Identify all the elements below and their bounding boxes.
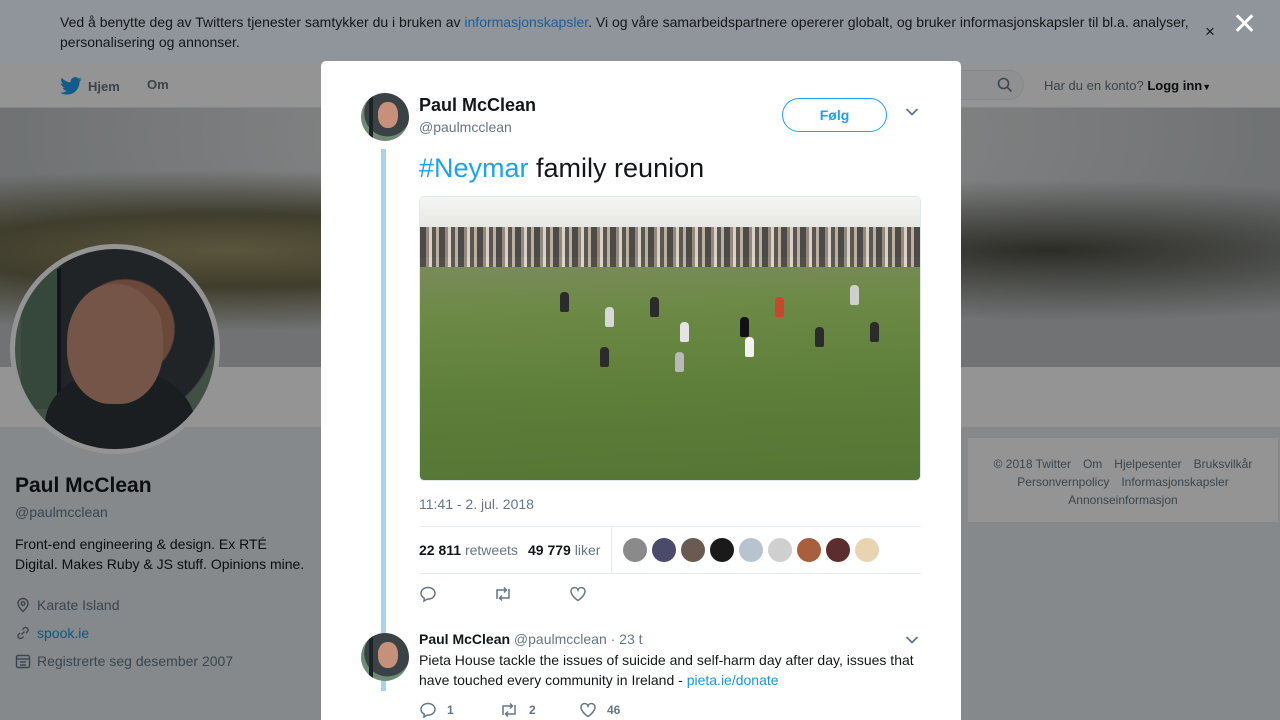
photo-person [850,285,859,305]
tweet-modal: Paul McClean @paulmcclean Følg #Neymar f… [321,61,961,720]
follow-button[interactable]: Følg [782,98,887,132]
tweet-text-body: family reunion [528,153,705,183]
like-button[interactable] [569,585,587,603]
reply-count: 1 [447,703,454,717]
tweet-stats: 22 811 retweets 49 779 liker [419,526,921,574]
avatar-face [378,102,398,128]
reply-author-name[interactable]: Paul McClean [419,631,510,647]
reply-reply-button[interactable]: 1 [419,701,469,719]
liker-avatars [623,538,879,562]
retweet-icon [502,702,516,718]
photo-person [600,347,609,367]
reply-icon [420,702,436,719]
avatar-face [378,642,398,668]
reply-button[interactable] [419,585,437,603]
reply-icon [420,586,436,603]
liker-avatar[interactable] [826,538,850,562]
hashtag-link[interactable]: #Neymar [419,153,529,183]
avatar-detail [369,93,373,141]
heart-icon [580,702,596,718]
like-count: 49 779 [528,542,571,558]
tweet-author-name[interactable]: Paul McClean [419,95,536,116]
photo-person [680,322,689,342]
reply-header: Paul McClean @paulmcclean · 23 t [419,631,643,647]
liker-avatar[interactable] [739,538,763,562]
retweet-count: 22 811 [419,542,462,558]
photo-hill [420,267,920,480]
retweet-stat-label: retweets [464,542,518,558]
reply-text: Pieta House tackle the issues of suicide… [419,650,929,690]
tweet-author-handle[interactable]: @paulmcclean [419,119,512,135]
tweet-timestamp[interactable]: 11:41 - 2. jul. 2018 [419,496,534,512]
liker-avatar[interactable] [768,538,792,562]
liker-avatar[interactable] [652,538,676,562]
avatar-detail [369,633,373,681]
reply-text-body: Pieta House tackle the issues of suicide… [419,652,914,688]
retweet-icon [496,586,510,602]
photo-person [815,327,824,347]
reply-link[interactable]: pieta.ie/donate [687,672,779,688]
tweet-photo[interactable] [419,196,921,481]
like-stat[interactable]: 49 779 liker [528,542,600,558]
close-modal-icon[interactable]: ✕ [1232,8,1257,42]
chevron-down-icon[interactable] [905,107,919,117]
reply-time[interactable]: · 23 t [611,631,643,647]
photo-person [775,297,784,317]
tweet-actions [419,585,587,603]
liker-avatar[interactable] [797,538,821,562]
tweet-author-avatar[interactable] [361,93,409,141]
like-count: 46 [607,703,621,717]
reply-like-button[interactable]: 46 [579,701,629,719]
photo-person [740,317,749,337]
conversation-thread-line [381,149,386,691]
photo-person [605,307,614,327]
retweet-count: 2 [529,703,536,717]
heart-icon [570,586,586,602]
photo-person [675,352,684,372]
retweet-button[interactable] [493,585,513,603]
liker-avatar[interactable] [623,538,647,562]
photo-person [650,297,659,317]
reply-retweet-button[interactable]: 2 [499,701,549,719]
liker-avatar[interactable] [710,538,734,562]
liker-avatar[interactable] [855,538,879,562]
cookie-text: Ved å benytte deg av Twitters tjenester … [60,14,465,30]
cookie-banner: Ved å benytte deg av Twitters tjenester … [0,0,1280,62]
retweet-stat[interactable]: 22 811 retweets [419,542,518,558]
photo-person [560,292,569,312]
photo-person [745,337,754,357]
reply-actions: 1 2 46 [419,701,629,719]
cookie-link[interactable]: informasjonskapsler [464,14,588,30]
liker-avatar[interactable] [681,538,705,562]
chevron-down-icon[interactable] [905,635,919,645]
stats-divider [611,527,612,573]
cookie-close-icon[interactable]: × [1205,22,1215,42]
reply-author-handle[interactable]: @paulmcclean [514,631,607,647]
photo-person [870,322,879,342]
like-stat-label: liker [574,542,601,558]
tweet-text: #Neymar family reunion [419,153,704,184]
reply-author-avatar[interactable] [361,633,409,681]
